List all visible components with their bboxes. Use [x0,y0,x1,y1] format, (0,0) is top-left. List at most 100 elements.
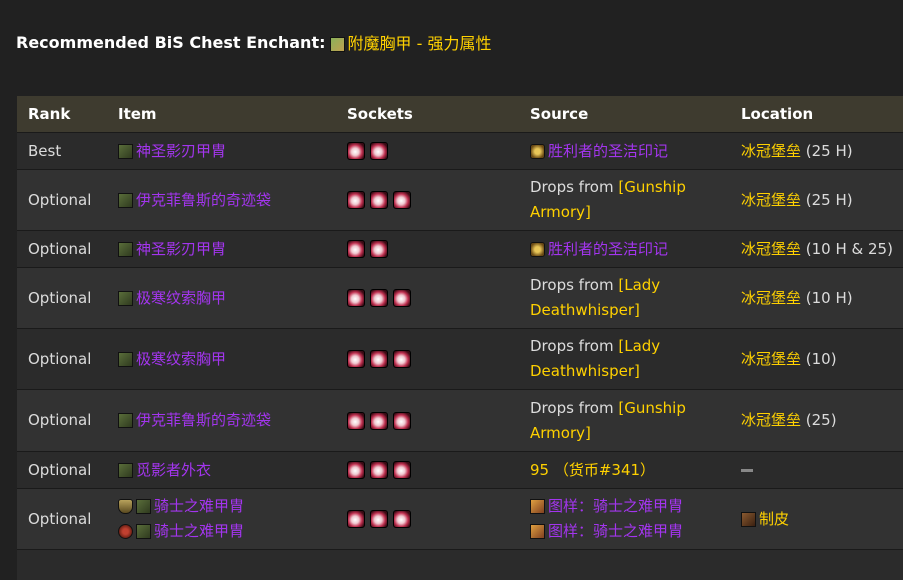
location-link[interactable]: 冰冠堡垒 [741,411,801,429]
chest-armor-icon [118,143,133,159]
table-header-row: Rank Item Sockets Source Location [17,96,903,133]
prismatic-socket-icon [347,289,365,307]
table-row: Optional 极寒纹索胸甲 Drops from [Lady Deathwh… [17,267,903,329]
table-row: Optional 骑士之难甲胄 骑士之难甲胄 图样：骑士之难甲胄 图样：骑士之难… [17,488,903,550]
source-cell: Drops from [Gunship Armory] [519,389,730,452]
location-cell: 冰冠堡垒 (10 H) [730,267,903,329]
chest-armor-icon [118,192,133,208]
item-cell: 伊克菲鲁斯的奇迹袋 [107,169,336,231]
sockets-cell [336,451,519,489]
no-location-dash [741,468,753,472]
leatherworking-icon [741,511,756,527]
item-link[interactable]: 神圣影刃甲胄 [118,142,226,160]
item-cell: 觅影者外衣 [107,451,336,489]
prismatic-socket-icon [370,510,388,528]
location-link[interactable]: 冰冠堡垒 [741,191,801,209]
rank-cell: Optional [17,488,107,550]
item-cell: 神圣影刃甲胄 [107,132,336,170]
col-location: Location [730,96,903,133]
rank-cell: Best [17,132,107,170]
table-row: Optional 神圣影刃甲胄 胜利者的圣洁印记 冰冠堡垒 (10 H & 25… [17,230,903,268]
chest-armor-icon [118,413,133,428]
rank-cell: Optional [17,169,107,231]
source-cell: Drops from [Lady Deathwhisper] [519,328,730,390]
prismatic-socket-icon [347,510,365,528]
sockets-cell [336,488,519,550]
table-row: Optional 极寒纹索胸甲 Drops from [Lady Deathwh… [17,328,903,390]
item-link[interactable]: 觅影者外衣 [118,461,211,479]
sockets-cell [336,230,519,268]
item-link[interactable]: 伊克菲鲁斯的奇迹袋 [118,411,271,429]
prismatic-socket-icon [347,240,365,258]
chest-armor-icon [118,462,133,478]
source-link[interactable]: 胜利者的圣洁印记 [530,240,668,258]
chest-armor-icon [118,351,133,367]
item-cell: 伊克菲鲁斯的奇迹袋 [107,389,336,452]
col-rank: Rank [17,96,107,133]
table-row: Optional 伊克菲鲁斯的奇迹袋 Drops from [Gunship A… [17,169,903,231]
rank-cell: Optional [17,451,107,489]
source-cell: 胜利者的圣洁印记 [519,132,730,170]
prismatic-socket-icon [393,461,411,479]
source-link[interactable]: 胜利者的圣洁印记 [530,142,668,160]
prismatic-socket-icon [347,461,365,479]
pattern-link[interactable]: 图样：骑士之难甲胄 [530,497,683,515]
recommended-enchant: Recommended BiS Chest Enchant: 附魔胸甲 - 强力… [16,30,491,54]
chest-armor-icon [136,499,151,514]
location-cell: 制皮 [730,488,903,550]
mark-token-icon [530,241,545,257]
prismatic-socket-icon [347,350,365,368]
item-link[interactable]: 极寒纹索胸甲 [118,350,226,368]
pattern-scroll-icon [530,499,545,514]
item-cell: 极寒纹索胸甲 [107,267,336,329]
location-link[interactable]: 冰冠堡垒 [741,240,801,258]
enchant-link[interactable]: 附魔胸甲 - 强力属性 [329,30,491,54]
mark-token-icon [530,143,545,159]
bis-chest-table: Rank Item Sockets Source Location Best 神… [17,96,903,580]
sockets-cell [336,169,519,231]
prismatic-socket-icon [393,191,411,209]
location-link[interactable]: 冰冠堡垒 [741,350,801,368]
source-cell: Drops from [Gunship Armory] [519,169,730,231]
table-row: Best 神圣影刃甲胄 胜利者的圣洁印记 冰冠堡垒 (25 H) [17,132,903,170]
table-row: Optional 觅影者外衣 95 （货币#341） [17,451,903,489]
prismatic-socket-icon [370,142,388,160]
item-link[interactable]: 骑士之难甲胄 [136,522,244,540]
prismatic-socket-icon [347,411,365,430]
alliance-faction-icon [118,499,133,514]
table-row: Optional 伊克菲鲁斯的奇迹袋 Drops from [Gunship A… [17,389,903,452]
source-cell: Drops from [Lady Deathwhisper] [519,267,730,329]
prismatic-socket-icon [370,240,388,258]
item-link[interactable]: 神圣影刃甲胄 [118,240,226,258]
rank-cell: Optional [17,230,107,268]
location-link[interactable]: 冰冠堡垒 [741,142,801,160]
sockets-cell [336,389,519,452]
location-link[interactable]: 冰冠堡垒 [741,289,801,307]
prismatic-socket-icon [370,411,388,430]
horde-faction-icon [118,524,133,539]
pattern-link[interactable]: 图样：骑士之难甲胄 [530,522,683,540]
rank-cell: Optional [17,389,107,452]
location-cell: 冰冠堡垒 (10) [730,328,903,390]
rank-cell: Optional [17,328,107,390]
location-cell: 冰冠堡垒 (25) [730,389,903,452]
item-link[interactable]: 伊克菲鲁斯的奇迹袋 [118,191,271,209]
source-cell: 95 （货币#341） [519,451,730,489]
currency-cost: 95 （货币#341） [530,460,656,479]
location-cell: 冰冠堡垒 (25 H) [730,132,903,170]
prismatic-socket-icon [393,411,411,430]
prismatic-socket-icon [347,191,365,209]
location-cell: 冰冠堡垒 (25 H) [730,169,903,231]
prismatic-socket-icon [370,350,388,368]
prismatic-socket-icon [370,191,388,209]
table-row [17,549,903,580]
profession-link[interactable]: 制皮 [741,510,789,528]
source-cell: 图样：骑士之难甲胄 图样：骑士之难甲胄 [519,488,730,550]
item-cell: 极寒纹索胸甲 [107,328,336,390]
item-link[interactable]: 极寒纹索胸甲 [118,289,226,307]
prismatic-socket-icon [393,350,411,368]
item-link[interactable]: 骑士之难甲胄 [136,497,244,515]
prismatic-socket-icon [370,461,388,479]
col-sockets: Sockets [336,96,519,133]
location-cell: 冰冠堡垒 (10 H & 25) [730,230,903,268]
